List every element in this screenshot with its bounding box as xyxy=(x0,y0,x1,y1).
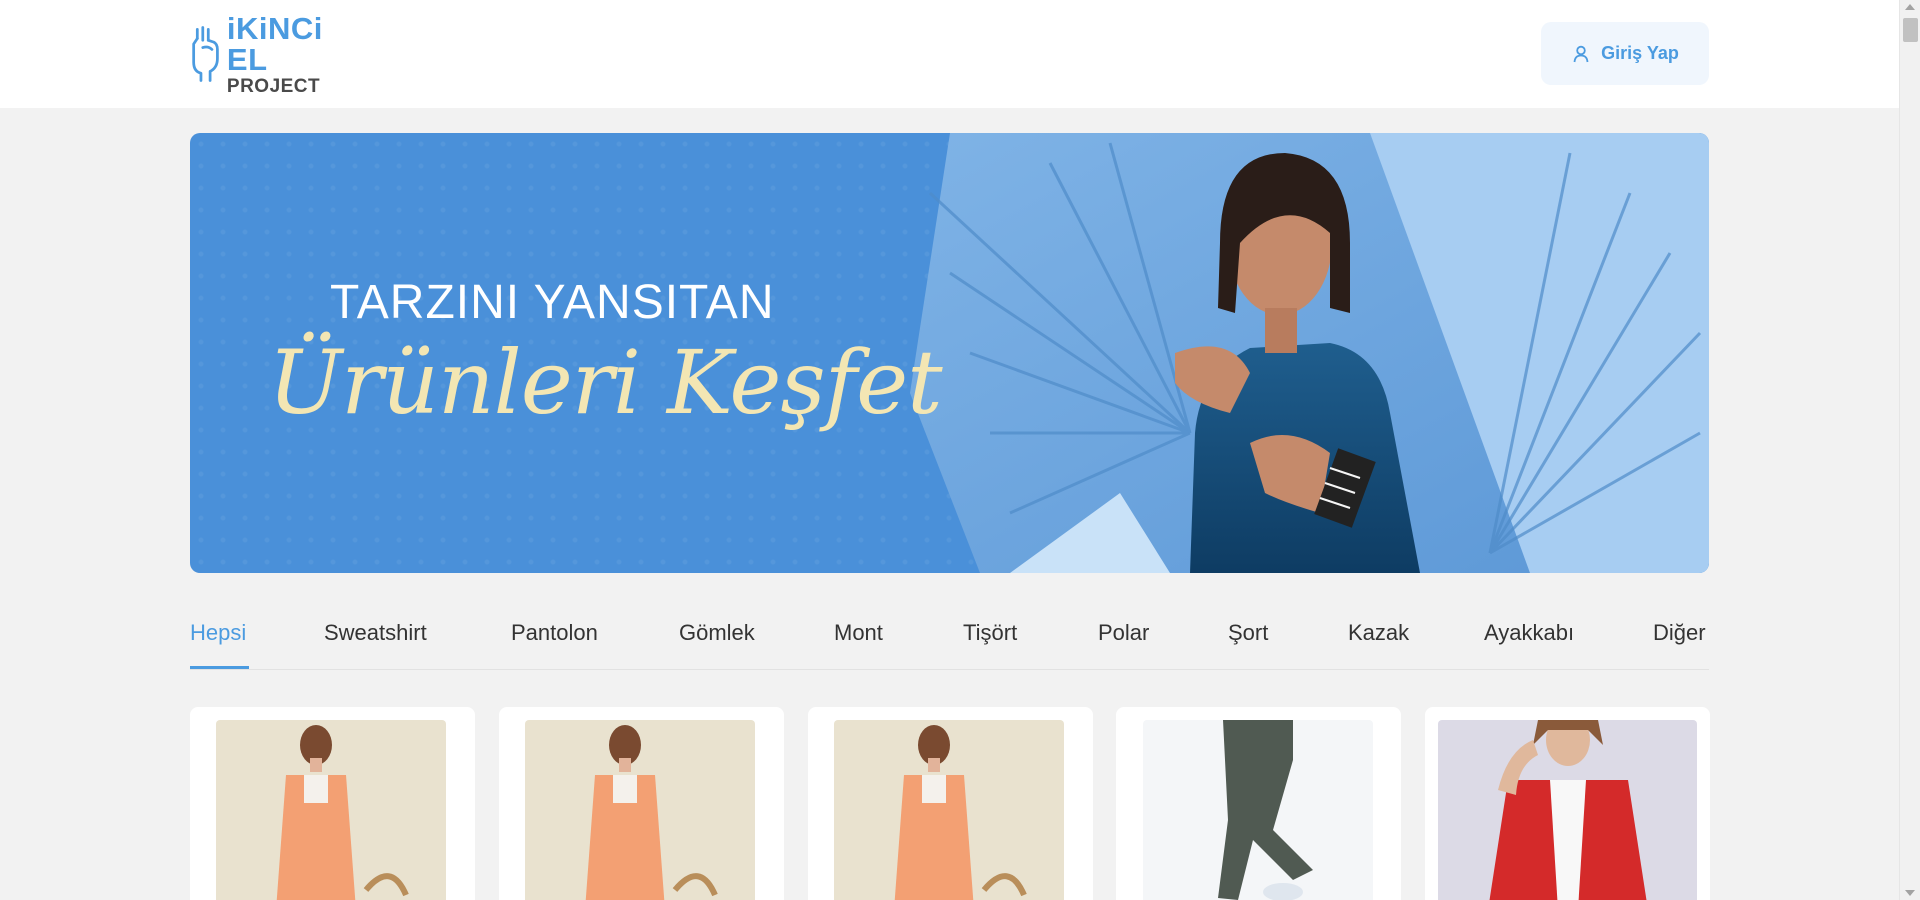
product-photo-orange-suit xyxy=(216,720,446,900)
product-image[interactable] xyxy=(216,720,446,900)
tab-tisort[interactable]: Tişört xyxy=(963,620,1017,646)
hero-banner[interactable]: TARZINI YANSITAN Ürünleri Keşfet xyxy=(190,133,1709,573)
login-button-label: Giriş Yap xyxy=(1601,43,1679,63)
active-tab-indicator xyxy=(190,666,249,669)
product-photo-orange-suit xyxy=(525,720,755,900)
product-card[interactable] xyxy=(1425,707,1710,900)
category-tabs: Hepsi Sweatshirt Pantolon Gömlek Mont Ti… xyxy=(190,600,1709,670)
tab-gomlek[interactable]: Gömlek xyxy=(679,620,755,646)
product-image[interactable] xyxy=(834,720,1064,900)
tab-sort[interactable]: Şort xyxy=(1228,620,1268,646)
tab-sweatshirt[interactable]: Sweatshirt xyxy=(324,620,427,646)
product-photo-red-blazer xyxy=(1438,720,1697,900)
banner-headline: TARZINI YANSITAN xyxy=(330,276,775,329)
scroll-up-arrow-icon[interactable] xyxy=(1905,4,1915,10)
tab-diger[interactable]: Diğer xyxy=(1653,620,1706,646)
tab-ayakkabi[interactable]: Ayakkabı xyxy=(1484,620,1574,646)
user-icon xyxy=(1573,45,1589,62)
product-card[interactable] xyxy=(1116,707,1401,900)
tab-polar[interactable]: Polar xyxy=(1098,620,1149,646)
logo-subtitle: PROJECT xyxy=(226,75,321,97)
scroll-thumb[interactable] xyxy=(1903,18,1918,42)
product-photo-orange-suit xyxy=(834,720,1064,900)
logo-title: iKiNCi EL xyxy=(226,10,323,77)
product-card[interactable] xyxy=(808,707,1093,900)
product-image[interactable] xyxy=(1438,720,1697,900)
product-card[interactable] xyxy=(499,707,784,900)
logo-text: iKiNCi EL PROJECT xyxy=(227,13,360,96)
product-image[interactable] xyxy=(1143,720,1373,900)
tab-pantolon[interactable]: Pantolon xyxy=(511,620,598,646)
login-button[interactable]: Giriş Yap xyxy=(1541,22,1709,85)
tab-kazak[interactable]: Kazak xyxy=(1348,620,1409,646)
tab-mont[interactable]: Mont xyxy=(834,620,883,646)
product-image[interactable] xyxy=(525,720,755,900)
tab-hepsi[interactable]: Hepsi xyxy=(190,620,246,646)
banner-script-headline: Ürünleri Keşfet xyxy=(268,331,943,434)
site-logo[interactable]: iKiNCi EL PROJECT xyxy=(190,13,360,96)
product-card[interactable] xyxy=(190,707,475,900)
page-scrollbar[interactable] xyxy=(1899,0,1920,900)
product-photo-jogger-pants xyxy=(1143,720,1373,900)
scroll-down-arrow-icon[interactable] xyxy=(1905,890,1915,896)
site-header: iKiNCi EL PROJECT Giriş Yap xyxy=(0,0,1899,108)
hand-logo-icon xyxy=(192,26,219,82)
